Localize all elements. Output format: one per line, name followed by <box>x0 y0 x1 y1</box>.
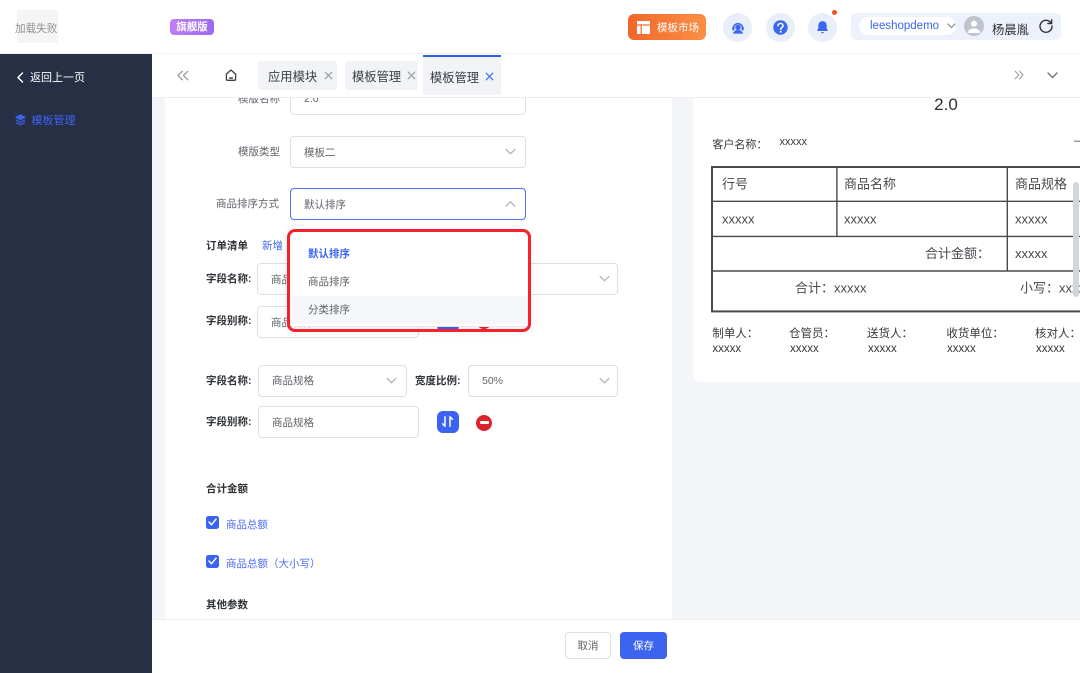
svg-text:行号: 行号 <box>722 177 748 192</box>
svg-text:合计：xxxxx: 合计：xxxxx <box>795 281 867 296</box>
svg-text:商品名称: 商品名称 <box>844 177 896 192</box>
svg-text:xxxxx: xxxxx <box>844 212 877 227</box>
svg-text:合计金额：: 合计金额： <box>925 246 990 261</box>
svg-text:xxxxx: xxxxx <box>1015 246 1048 261</box>
svg-text:商品规格: 商品规格 <box>1015 177 1067 192</box>
svg-text:xxxxx: xxxxx <box>1015 212 1048 227</box>
svg-text:xxxxx: xxxxx <box>722 212 755 227</box>
svg-text:小写：xxxxx: 小写：xxxxx <box>1020 281 1080 296</box>
